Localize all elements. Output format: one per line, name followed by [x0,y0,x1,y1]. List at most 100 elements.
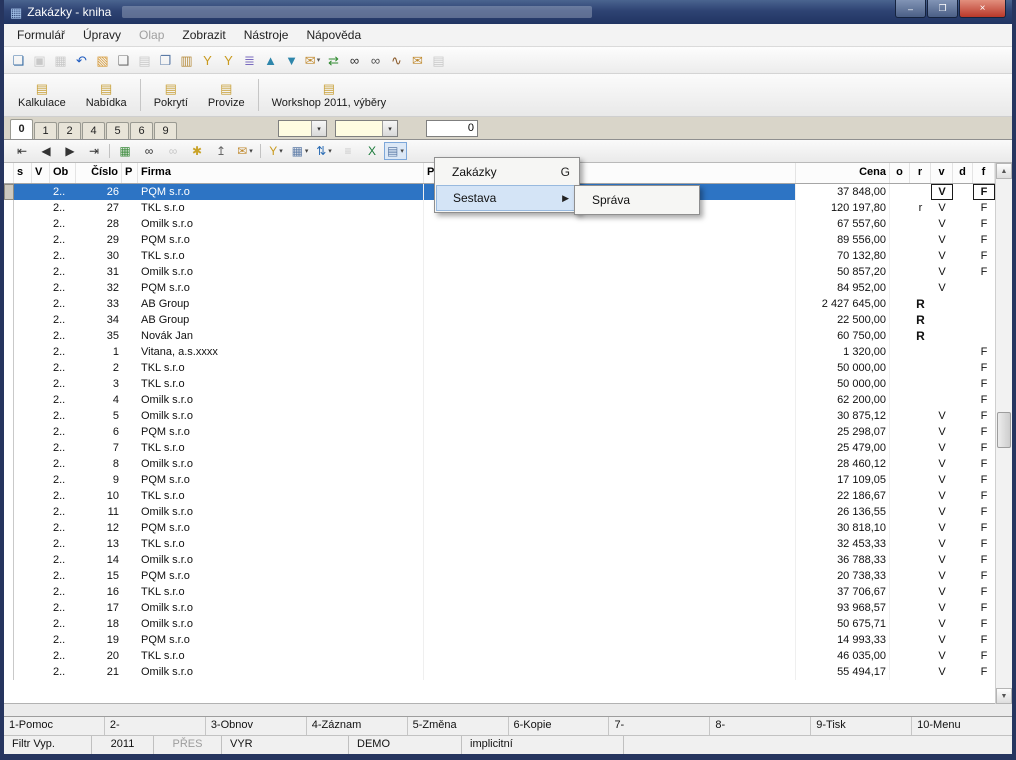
table-row[interactable]: 2.. 31 Omilk s.r.o 50 857,20 V F [4,264,995,280]
table-row[interactable]: 2.. 2 TKL s.r.o 50 000,00 F [4,360,995,376]
move-down-icon[interactable]: ▼ [281,50,302,70]
tab-9[interactable]: 9 [154,122,177,139]
chevron-down-icon[interactable]: ▾ [311,121,326,136]
chevron-down-icon[interactable]: ▾ [317,57,321,64]
filter-icon[interactable]: Y [197,50,218,70]
move-up-icon[interactable]: ▲ [260,50,281,70]
menu-formular[interactable]: Formulář [8,25,74,45]
last-record-icon[interactable]: ⇥ [82,142,106,160]
menu-nastroje[interactable]: Nástroje [235,25,298,45]
close-button[interactable]: × [959,0,1006,18]
column-header-v[interactable]: v [931,163,953,183]
button-nabidka[interactable]: ▤ Nabídka [76,74,137,116]
function-key-5-zmena[interactable]: 5-Změna [406,717,508,735]
table-row[interactable]: 2.. 33 AB Group 2 427 645,00 R [4,296,995,312]
table-row[interactable]: 2.. 21 Omilk s.r.o 55 494,17 V F [4,664,995,680]
send-mail-icon[interactable]: ✉ ▾ [233,142,257,160]
table-row[interactable]: 2.. 5 Omilk s.r.o 30 875,12 V F [4,408,995,424]
button-kalkulace[interactable]: ▤ Kalkulace [8,74,76,116]
column-header-gutter[interactable] [4,163,14,183]
table-row[interactable]: 2.. 13 TKL s.r.o 32 453,33 V F [4,536,995,552]
find-next-icon[interactable]: ∞ [365,50,386,70]
column-header-v1[interactable]: V [32,163,50,183]
column-header-r[interactable]: r [910,163,931,183]
sort-menu-icon[interactable]: ⇅ ▾ [312,142,336,160]
function-key-2[interactable]: 2- [103,717,205,735]
excel-export-icon[interactable]: X [360,142,384,160]
record-count-field[interactable]: 0 [426,120,478,137]
find-icon[interactable]: ∞ [137,142,161,160]
function-key-1-pomoc[interactable]: 1-Pomoc [4,717,104,735]
filter-combo-2[interactable]: ▾ [335,120,398,137]
chevron-down-icon[interactable]: ▾ [279,148,283,155]
tab-5[interactable]: 5 [106,122,129,139]
tab-2[interactable]: 2 [58,122,81,139]
minimize-button[interactable]: – [895,0,926,18]
column-header-p[interactable]: P [122,163,138,183]
table-row[interactable]: 2.. 8 Omilk s.r.o 28 460,12 V F [4,456,995,472]
chevron-down-icon[interactable]: ▾ [382,121,397,136]
button-provize[interactable]: ▤ Provize [198,74,255,116]
column-header-cislo[interactable]: Číslo [76,163,122,183]
function-key-9-tisk[interactable]: 9-Tisk [810,717,911,735]
column-header-d[interactable]: d [953,163,973,183]
context-menu-item-zakazky[interactable]: Zakázky G [436,159,578,185]
context-submenu-item-sprava[interactable]: Správa [576,187,698,213]
table-row[interactable]: 2.. 14 Omilk s.r.o 36 788,33 V F [4,552,995,568]
chevron-down-icon[interactable]: ▾ [400,148,404,155]
tab-6[interactable]: 6 [130,122,153,139]
columns-menu-icon[interactable]: ▦ ▾ [288,142,312,160]
find-icon[interactable]: ∞ [344,50,365,70]
table-row[interactable]: 2.. 3 TKL s.r.o 50 000,00 F [4,376,995,392]
paste-icon[interactable]: ▥ [176,50,197,70]
refresh-grid-icon[interactable]: ▦ [113,142,137,160]
filter-edit-icon[interactable]: Y [218,50,239,70]
menu-zobrazit[interactable]: Zobrazit [173,25,234,45]
table-row[interactable]: 2.. 29 PQM s.r.o 89 556,00 V F [4,232,995,248]
chevron-down-icon[interactable]: ▾ [305,148,309,155]
vertical-scrollbar[interactable]: ▲ ▼ [995,163,1012,704]
scroll-down-icon[interactable]: ▼ [996,688,1012,704]
form-switch-icon[interactable]: ❏ [8,50,29,70]
function-key-10-menu[interactable]: 10-Menu [911,717,1012,735]
table-row[interactable]: 2.. 10 TKL s.r.o 22 186,67 V F [4,488,995,504]
function-key-6-kopie[interactable]: 6-Kopie [507,717,609,735]
table-row[interactable]: 2.. 1 Vitana, a.s.xxxx 1 320,00 F [4,344,995,360]
bookmark-add-icon[interactable]: ✱ [185,142,209,160]
table-row[interactable]: 2.. 32 PQM s.r.o 84 952,00 V [4,280,995,296]
context-menu-item-sestava[interactable]: Sestava ▶ [436,185,578,211]
layers-icon[interactable]: ≣ [239,50,260,70]
function-key-8[interactable]: 8- [709,717,810,735]
table-row[interactable]: 2.. 15 PQM s.r.o 20 738,33 V F [4,568,995,584]
tab-4[interactable]: 4 [82,122,105,139]
sync-icon[interactable]: ⇄ [323,50,344,70]
table-row[interactable]: 2.. 17 Omilk s.r.o 93 968,57 V F [4,600,995,616]
column-header-f[interactable]: f [973,163,995,183]
undo-icon[interactable]: ↶ [71,50,92,70]
table-row[interactable]: 2.. 18 Omilk s.r.o 50 675,71 V F [4,616,995,632]
reports-menu-icon[interactable]: ▤ ▾ [384,142,407,160]
filter-menu-icon[interactable]: Y ▾ [264,142,288,160]
button-workshop-2011-vybery[interactable]: ▤ Workshop 2011, výběry [262,74,397,116]
copy-row-icon[interactable]: ↥ [209,142,233,160]
chevron-down-icon[interactable]: ▾ [328,148,332,155]
next-record-icon[interactable]: ▶ [58,142,82,160]
table-row[interactable]: 2.. 35 Novák Jan 60 750,00 R [4,328,995,344]
table-row[interactable]: 2.. 28 Omilk s.r.o 67 557,60 V F [4,216,995,232]
new-document-icon[interactable]: ❑ [113,50,134,70]
table-row[interactable]: 2.. 4 Omilk s.r.o 62 200,00 F [4,392,995,408]
maximize-button[interactable]: ❐ [927,0,958,18]
table-row[interactable]: 2.. 6 PQM s.r.o 25 298,07 V F [4,424,995,440]
table-row[interactable]: 2.. 9 PQM s.r.o 17 109,05 V F [4,472,995,488]
table-row[interactable]: 2.. 20 TKL s.r.o 46 035,00 V F [4,648,995,664]
filter-combo-1[interactable]: ▾ [278,120,327,137]
scroll-thumb[interactable] [997,411,1011,448]
chevron-down-icon[interactable]: ▾ [249,148,253,155]
table-row[interactable]: 2.. 19 PQM s.r.o 14 993,33 V F [4,632,995,648]
copy-icon[interactable]: ❐ [155,50,176,70]
tab-1[interactable]: 1 [34,122,57,139]
send-mail-icon[interactable]: ✉ ▾ [302,50,323,70]
mail-icon[interactable]: ✉ [407,50,428,70]
function-key-3-obnov[interactable]: 3-Obnov [204,717,306,735]
column-header-o[interactable]: o [890,163,910,183]
